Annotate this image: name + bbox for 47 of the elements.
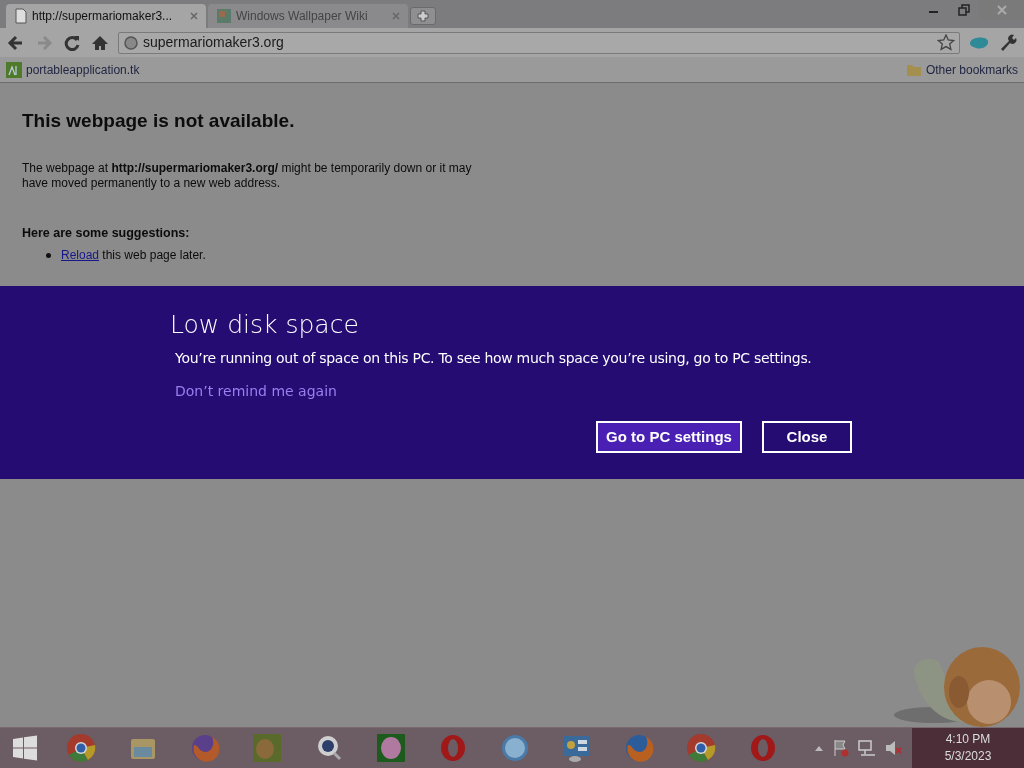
- ring-o-icon[interactable]: [438, 733, 468, 763]
- clock-date: 5/3/2023: [944, 748, 992, 765]
- dont-remind-link[interactable]: Don’t remind me again: [175, 381, 337, 402]
- address-bar[interactable]: supermariomaker3.org: [118, 31, 960, 54]
- suggestion-text: Reload this web page later.: [61, 247, 206, 265]
- other-bookmarks-button[interactable]: Other bookmarks: [905, 60, 1018, 79]
- fox-globe-icon[interactable]: [624, 733, 654, 763]
- dialog-title: Low disk space: [170, 309, 360, 341]
- tab-title: Windows Wallpaper Wiki: [236, 8, 369, 25]
- fox-globe-icon[interactable]: [190, 733, 220, 763]
- circle-logo-icon[interactable]: [66, 733, 96, 763]
- thumbnail-icon: [216, 8, 232, 24]
- flag-icon: [832, 739, 850, 757]
- url-text: supermariomaker3.org: [143, 33, 285, 52]
- close-icon[interactable]: [190, 12, 198, 20]
- ring-o-icon[interactable]: [748, 733, 778, 763]
- clock-area[interactable]: 4:10 PM 5/3/2023: [912, 727, 1024, 768]
- globe-icon: [123, 34, 139, 51]
- error-heading: This webpage is not available.: [22, 109, 296, 133]
- page-icon: [14, 8, 28, 24]
- tab-title: http://supermariomaker3...: [32, 8, 174, 25]
- dialog-button[interactable]: Close: [762, 421, 852, 453]
- close-icon: [996, 5, 1007, 15]
- clock-time: 4:10 PM: [945, 731, 991, 748]
- muted-speaker-icon: [884, 739, 902, 757]
- dialog-message: You’re running out of space on this PC. To see how much space you’re using, go to PC settings.: [175, 349, 813, 368]
- favicon-icon: [6, 61, 22, 78]
- restore-icon: [958, 4, 970, 16]
- close-button[interactable]: [979, 0, 1024, 20]
- new-tab-button[interactable]: [410, 7, 436, 25]
- reload-link[interactable]: Reload: [61, 248, 100, 263]
- star-icon: [937, 33, 955, 52]
- dialog-button[interactable]: Go to PC settings: [596, 421, 742, 453]
- cartoon-icon[interactable]: [376, 733, 406, 763]
- control-panel-icon[interactable]: [562, 733, 592, 763]
- network-icon: [858, 739, 876, 757]
- bullet-icon: [46, 252, 51, 258]
- chevron-up-icon: [814, 744, 824, 752]
- suggestions-heading: Here are some suggestions:: [22, 224, 191, 242]
- bookmark-link[interactable]: portableapplication.tk: [6, 60, 140, 79]
- circle-logo-icon[interactable]: [686, 733, 716, 763]
- plus-icon: [417, 10, 429, 22]
- browser-tab[interactable]: http://supermariomaker3...: [6, 4, 206, 28]
- folder-icon: [905, 62, 922, 77]
- start-icon: [11, 734, 39, 762]
- error-message: The webpage at http://supermariomaker3.org/ might be temporarily down or it may have moved permanently to a new web address.: [22, 160, 472, 191]
- close-icon[interactable]: [392, 12, 400, 20]
